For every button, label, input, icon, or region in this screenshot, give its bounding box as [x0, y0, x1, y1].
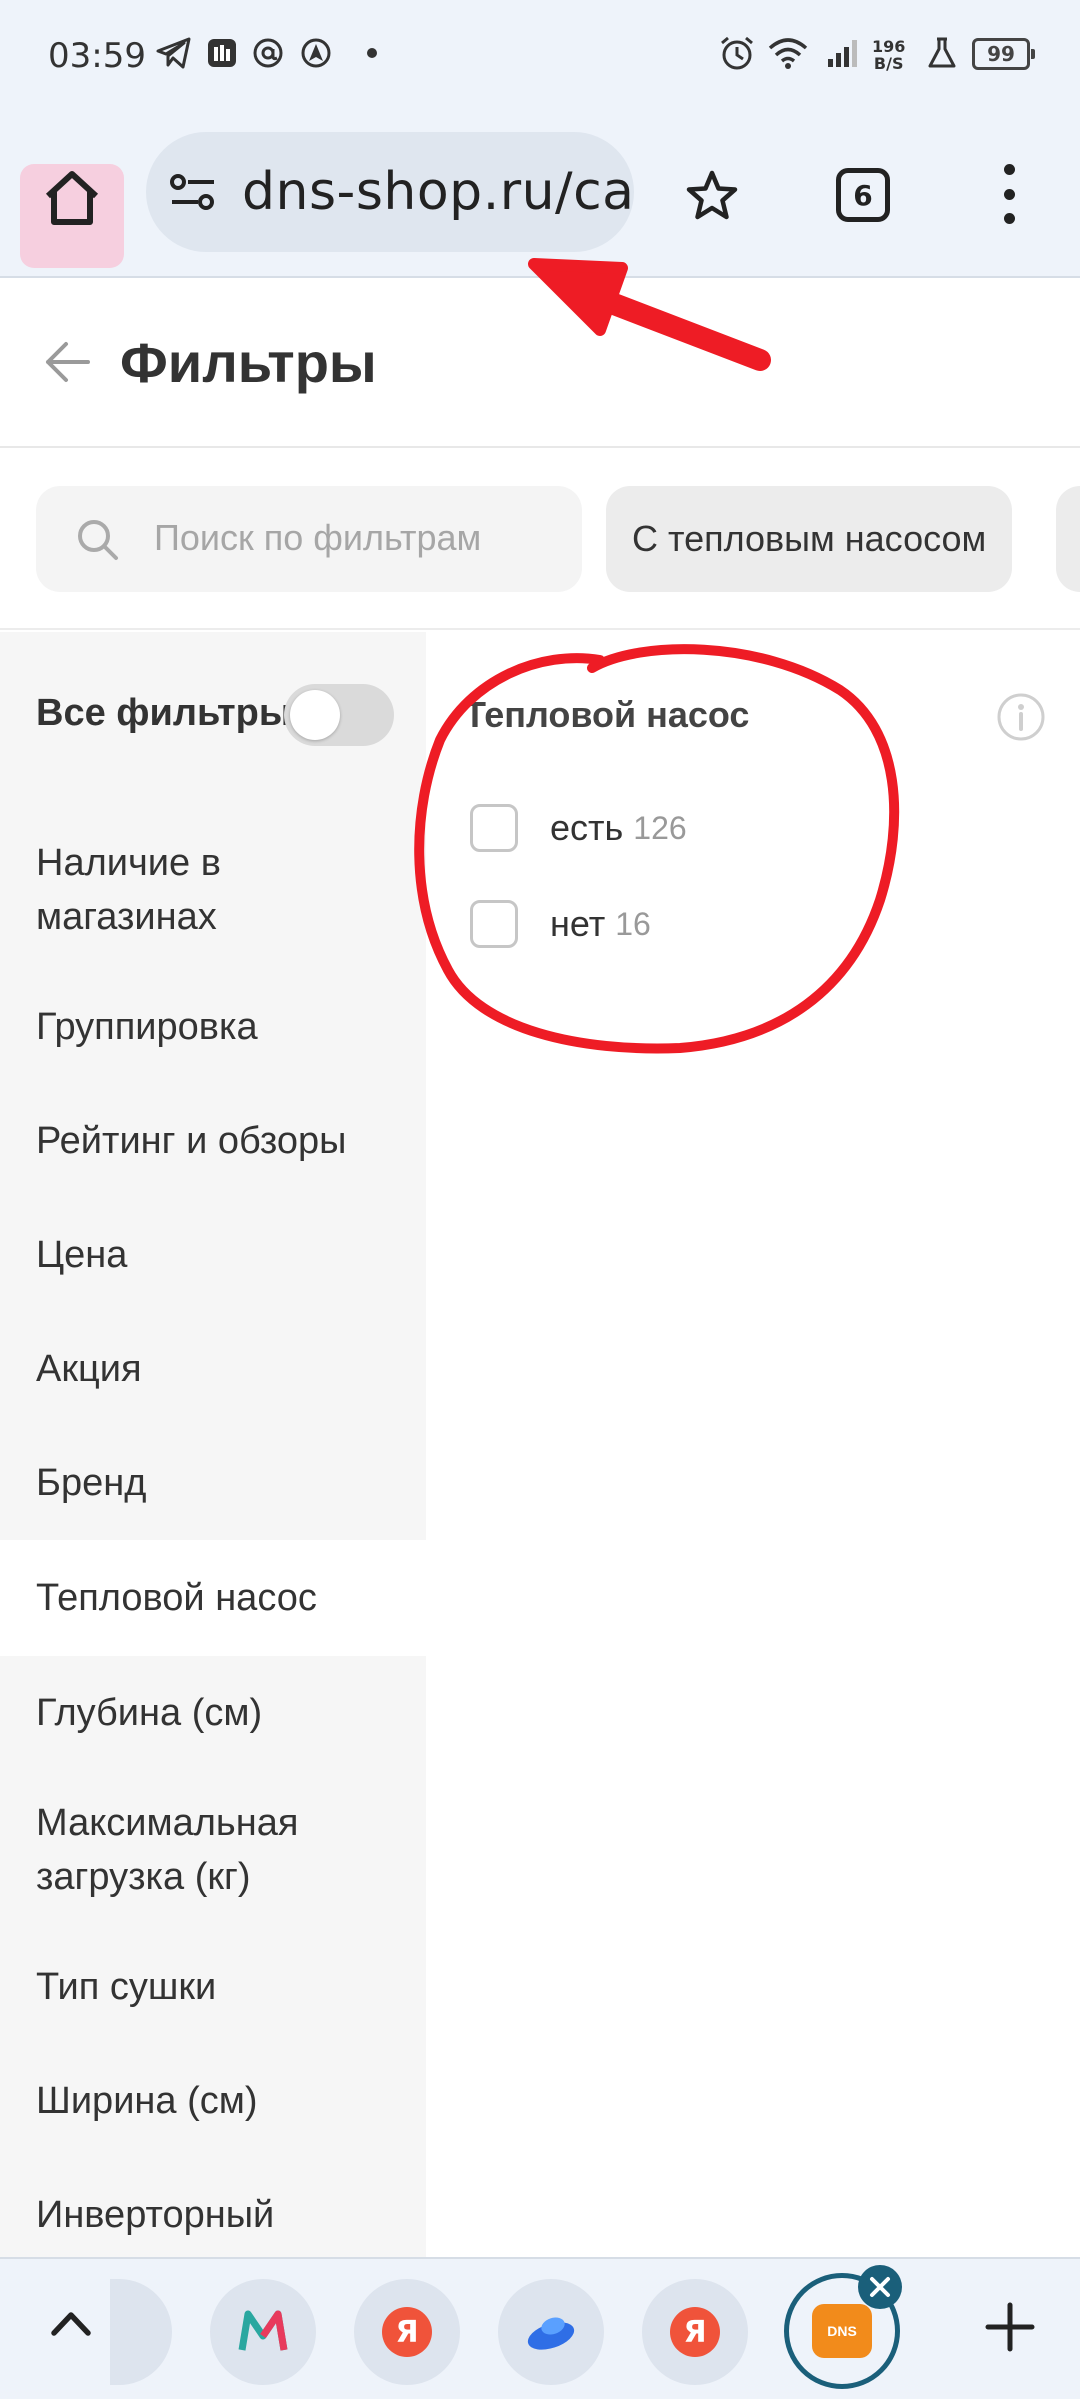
mail-m-icon [238, 2310, 288, 2351]
close-icon [870, 2277, 890, 2297]
filter-group-title: Тепловой насос [464, 694, 750, 735]
chip-next-partial[interactable] [1056, 486, 1080, 592]
browser-tab-strip: Я Я DNS [0, 2257, 1080, 2399]
back-arrow-icon [46, 342, 90, 382]
menu-dot [1003, 188, 1015, 200]
status-time: 03:59 [48, 36, 146, 76]
tab-yandex-1[interactable]: Я [354, 2279, 460, 2385]
yandex-icon: Я [670, 2307, 720, 2357]
page-header: Фильтры [0, 280, 1080, 448]
sidebar-item-rating[interactable]: Рейтинг и обзоры [0, 1084, 426, 1198]
dot-icon [362, 36, 382, 70]
star-icon [686, 170, 738, 220]
tab-yandex-2[interactable]: Я [642, 2279, 748, 2385]
filter-category-sidebar: Все фильтры Наличие в магазинах Группиро… [0, 632, 426, 2257]
sidebar-item-drying-type[interactable]: Тип сушки [0, 1930, 426, 2044]
telegram-icon [154, 36, 194, 70]
mail-app-icon [204, 36, 240, 70]
info-icon[interactable] [996, 692, 1046, 742]
page-title: Фильтры [120, 331, 377, 394]
option-count: 16 [615, 905, 651, 942]
tab-mail[interactable] [210, 2279, 316, 2385]
back-button[interactable] [44, 340, 90, 389]
lab-flask-icon [924, 36, 960, 70]
url-text[interactable]: dns-shop.ru/catalog [242, 162, 634, 222]
sidebar-item-max-load[interactable]: Максимальная загрузка (кг) [0, 1770, 426, 1930]
tab-disk[interactable] [498, 2279, 604, 2385]
home-button[interactable] [20, 164, 124, 268]
sidebar-item-heat-pump[interactable]: Тепловой насос [0, 1540, 426, 1656]
sidebar-item-depth[interactable]: Глубина (см) [0, 1656, 426, 1770]
option-label: нет [550, 903, 606, 944]
url-bar[interactable]: dns-shop.ru/catalog [146, 132, 634, 252]
tab-partial[interactable] [110, 2279, 172, 2385]
menu-dot [1003, 213, 1015, 224]
chevron-up-icon[interactable] [48, 2301, 94, 2347]
navigation-icon [298, 36, 334, 70]
sidebar-item-inverter[interactable]: Инверторный [0, 2158, 426, 2257]
site-settings-icon[interactable] [168, 172, 218, 212]
wifi-icon [766, 36, 810, 70]
signal-icon [824, 36, 864, 70]
filter-search-field[interactable] [36, 486, 582, 592]
filter-option-yes[interactable]: есть 126 [470, 804, 687, 852]
option-count: 126 [633, 809, 687, 846]
close-tab-button[interactable] [858, 2265, 902, 2309]
sidebar-item-width[interactable]: Ширина (см) [0, 2044, 426, 2158]
filter-option-no[interactable]: нет 16 [470, 900, 651, 948]
sidebar-item-grouping[interactable]: Группировка [0, 970, 426, 1084]
all-filters-toggle[interactable] [284, 684, 394, 746]
menu-dot [1003, 164, 1015, 175]
filter-options-panel: Тепловой насос есть 126 нет 16 [426, 632, 1080, 2257]
filter-search-input[interactable] [154, 508, 554, 568]
dns-logo: DNS [812, 2304, 872, 2358]
alarm-icon [716, 36, 758, 70]
tab-switcher-button[interactable]: 6 [836, 168, 890, 222]
option-label: есть [550, 807, 624, 848]
chip-heat-pump[interactable]: С тепловым насосом [606, 486, 1013, 592]
checkbox-no[interactable] [470, 900, 518, 948]
net-speed: 196 B/S [872, 37, 906, 73]
browser-toolbar: dns-shop.ru/catalog 6 [0, 108, 1080, 278]
checkbox-yes[interactable] [470, 804, 518, 852]
sidebar-item-brand[interactable]: Бренд [0, 1426, 426, 1540]
at-icon [250, 36, 286, 70]
battery-indicator: 99 [972, 38, 1035, 70]
search-icon [78, 520, 118, 560]
sidebar-item-price[interactable]: Цена [0, 1198, 426, 1312]
bookmark-button[interactable] [684, 168, 740, 229]
cloud-disk-icon [527, 2317, 575, 2350]
filter-chips-row: С тепловым насосом [0, 450, 1080, 630]
all-filters-label: Все фильтры [36, 692, 292, 734]
home-icon [45, 171, 99, 225]
yandex-icon: Я [382, 2307, 432, 2357]
sidebar-item-availability[interactable]: Наличие в магазинах [0, 810, 426, 970]
sidebar-item-promo[interactable]: Акция [0, 1312, 426, 1426]
plus-icon[interactable] [982, 2299, 1038, 2355]
status-bar: 03:59 196 B/S 99 [0, 0, 1080, 108]
browser-menu-button[interactable] [994, 164, 1024, 224]
